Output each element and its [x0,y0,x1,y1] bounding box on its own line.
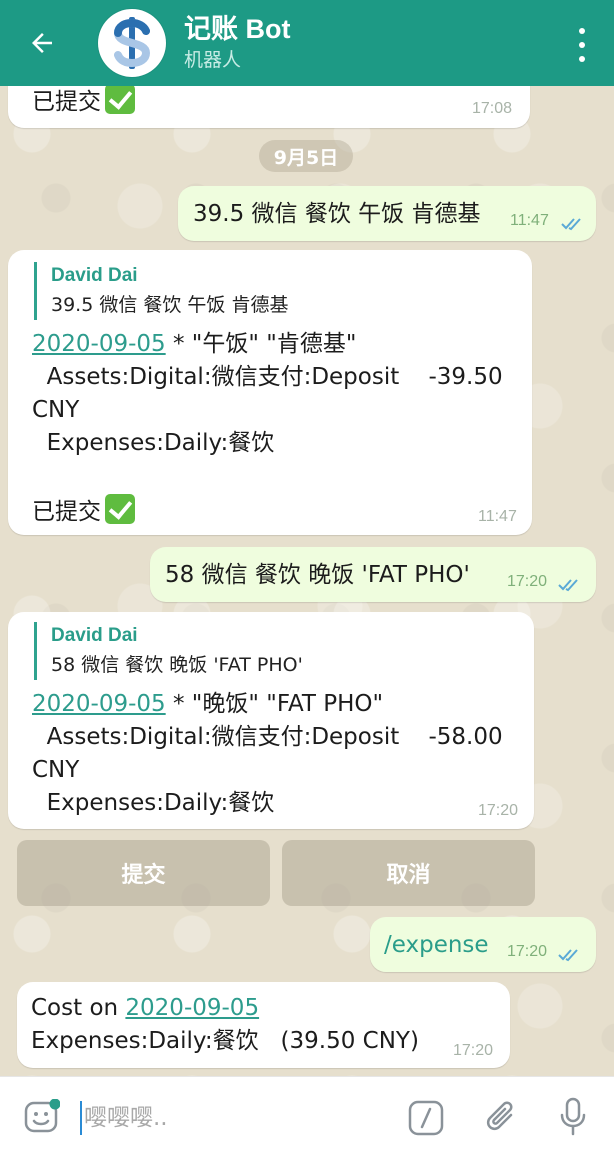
dot-icon [579,28,585,34]
message-bubble-incoming[interactable]: David Dai 58 微信 餐饮 晚饭 'FAT PHO' 2020-09-… [8,612,534,829]
avatar[interactable] [98,9,166,77]
transaction-line: Expenses:Daily:餐饮 [32,430,275,456]
transaction-line: CNY [32,397,80,423]
chat-header: 记账 Bot 机器人 [0,0,614,86]
date-link[interactable]: 2020-09-05 [32,331,166,357]
back-button[interactable] [0,0,84,86]
double-check-icon [558,949,578,962]
check-mark-icon [105,494,135,524]
message-bubble-outgoing[interactable]: 58 微信 餐饮 晚饭 'FAT PHO' 17:20 [150,547,596,602]
check-mark-icon [105,84,135,114]
submit-button[interactable]: 提交 [17,840,270,906]
message-time: 17:20 [478,802,519,819]
transaction-line: CNY [32,757,80,783]
message-bubble-incoming[interactable]: Cost on 2020-09-05 Expenses:Daily:餐饮 (39… [17,982,510,1068]
message-input[interactable]: 嘤嘤嘤.. [84,1101,168,1135]
message-time: 17:20 [453,1042,494,1059]
sticker-icon[interactable] [24,1099,60,1135]
reply-quote[interactable]: David Dai 39.5 微信 餐饮 午饭 肯德基 [34,262,288,320]
reply-quote[interactable]: David Dai 58 微信 餐饮 晚饭 'FAT PHO' [34,622,303,680]
more-options-button[interactable] [572,28,592,62]
message-time: 17:20 [507,573,548,590]
status-text: 已提交 [32,499,101,525]
text-caret [80,1101,82,1135]
quote-text: 58 微信 餐饮 晚饭 'FAT PHO' [51,654,303,676]
quote-text: 39.5 微信 餐饮 午饭 肯德基 [51,294,289,316]
attach-icon[interactable] [484,1099,520,1137]
message-time: 11:47 [510,212,549,229]
message-time: 11:47 [478,508,517,525]
chat-title: 记账 Bot [184,14,291,44]
transaction-line: Assets:Digital:微信支付:Deposit -58.00 [32,724,503,750]
message-text: Expenses:Daily:餐饮 (39.50 CNY) [31,1028,419,1054]
bot-command-icon[interactable] [408,1100,444,1136]
message-text: 已提交 [32,89,101,115]
double-check-icon [558,579,578,592]
dollar-icon [113,17,151,69]
message-bubble-outgoing[interactable]: /expense 17:20 [370,917,596,972]
command-text[interactable]: /expense [384,929,489,962]
double-check-icon [561,218,581,231]
dot-icon [579,42,585,48]
date-link[interactable]: 2020-09-05 [125,995,259,1021]
quote-author: David Dai [51,265,138,286]
message-text: 39.5 微信 餐饮 午饭 肯德基 [193,201,481,227]
arrow-left-icon [32,33,52,53]
transaction-header: * "晚饭" "FAT PHO" [165,691,384,717]
message-text: 58 微信 餐饮 晚饭 'FAT PHO' [165,562,470,588]
date-link[interactable]: 2020-09-05 [32,691,166,717]
chat-subtitle: 机器人 [184,49,242,71]
transaction-line: Expenses:Daily:餐饮 [32,790,275,816]
dot-icon [579,56,585,62]
transaction-header: * "午饭" "肯德基" [165,331,357,357]
message-text: Cost on [31,995,126,1021]
message-bubble-outgoing[interactable]: 39.5 微信 餐饮 午饭 肯德基 11:47 [178,186,596,241]
date-divider: 9月5日 [259,140,353,172]
message-input-bar: 嘤嘤嘤.. [0,1076,614,1155]
quote-author: David Dai [51,625,138,646]
cancel-button[interactable]: 取消 [282,840,535,906]
message-bubble-incoming[interactable]: David Dai 39.5 微信 餐饮 午饭 肯德基 2020-09-05 *… [8,250,532,535]
transaction-line: Assets:Digital:微信支付:Deposit -39.50 [32,364,503,390]
message-time: 17:20 [507,943,548,960]
message-time: 17:08 [472,100,513,117]
microphone-icon[interactable] [558,1097,588,1137]
